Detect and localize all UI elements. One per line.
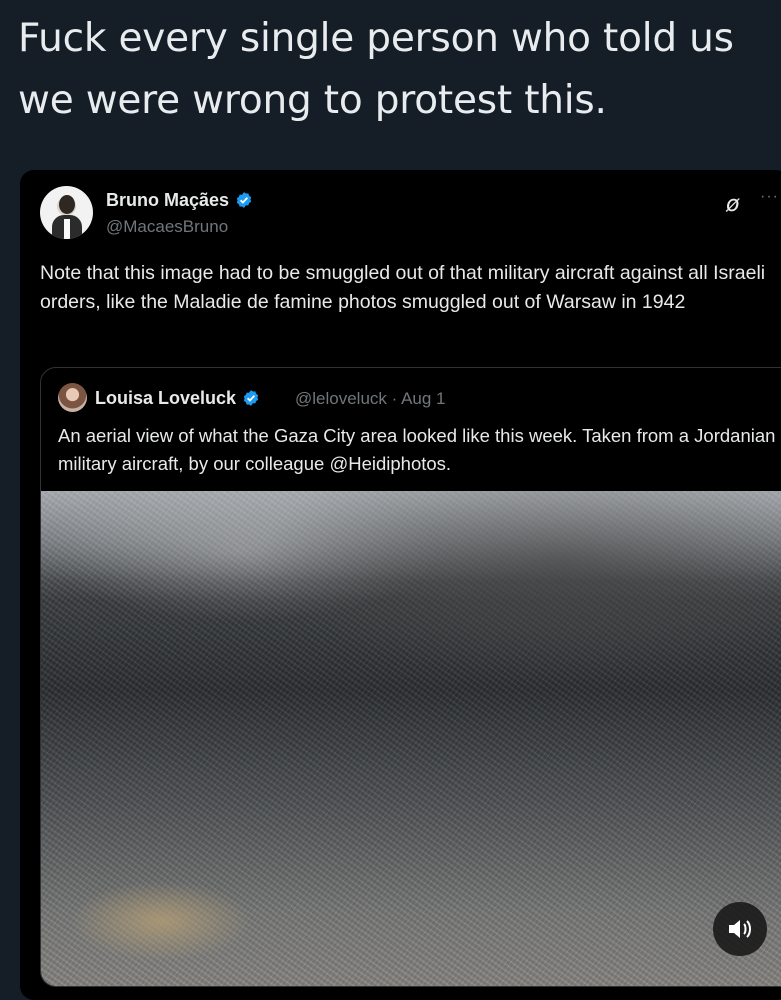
author-avatar[interactable]: [40, 186, 93, 239]
aerial-photo[interactable]: [41, 491, 781, 986]
embedded-tweet-card[interactable]: Bruno Maçães @MacaesBruno ø ··· Note tha…: [20, 170, 781, 1000]
grok-icon[interactable]: ø: [726, 192, 739, 217]
quoted-tweet-text: An aerial view of what the Gaza City are…: [58, 425, 776, 474]
verified-badge-icon: [243, 390, 259, 406]
quoted-author-avatar[interactable]: [58, 383, 87, 412]
post-headline: Fuck every single person who told us we …: [18, 16, 734, 123]
quoted-tweet[interactable]: Louisa Loveluck @leloveluck · Aug 1 An a…: [40, 367, 781, 987]
quoted-author-meta[interactable]: @leloveluck · Aug 1: [295, 389, 446, 409]
photo-haze: [41, 491, 781, 581]
verified-badge-icon: [236, 192, 252, 208]
sound-toggle-button[interactable]: [713, 902, 767, 956]
quoted-author-name[interactable]: Louisa Loveluck: [95, 388, 260, 409]
tweet-text: Note that this image had to be smuggled …: [40, 262, 766, 313]
more-options-icon[interactable]: ···: [760, 188, 779, 206]
author-name-text: Bruno Maçães: [106, 190, 230, 210]
author-name[interactable]: Bruno Maçães: [106, 190, 253, 211]
speaker-icon: [729, 920, 751, 938]
quoted-author-name-text: Louisa Loveluck: [95, 388, 237, 408]
author-handle[interactable]: @MacaesBruno: [106, 217, 228, 237]
